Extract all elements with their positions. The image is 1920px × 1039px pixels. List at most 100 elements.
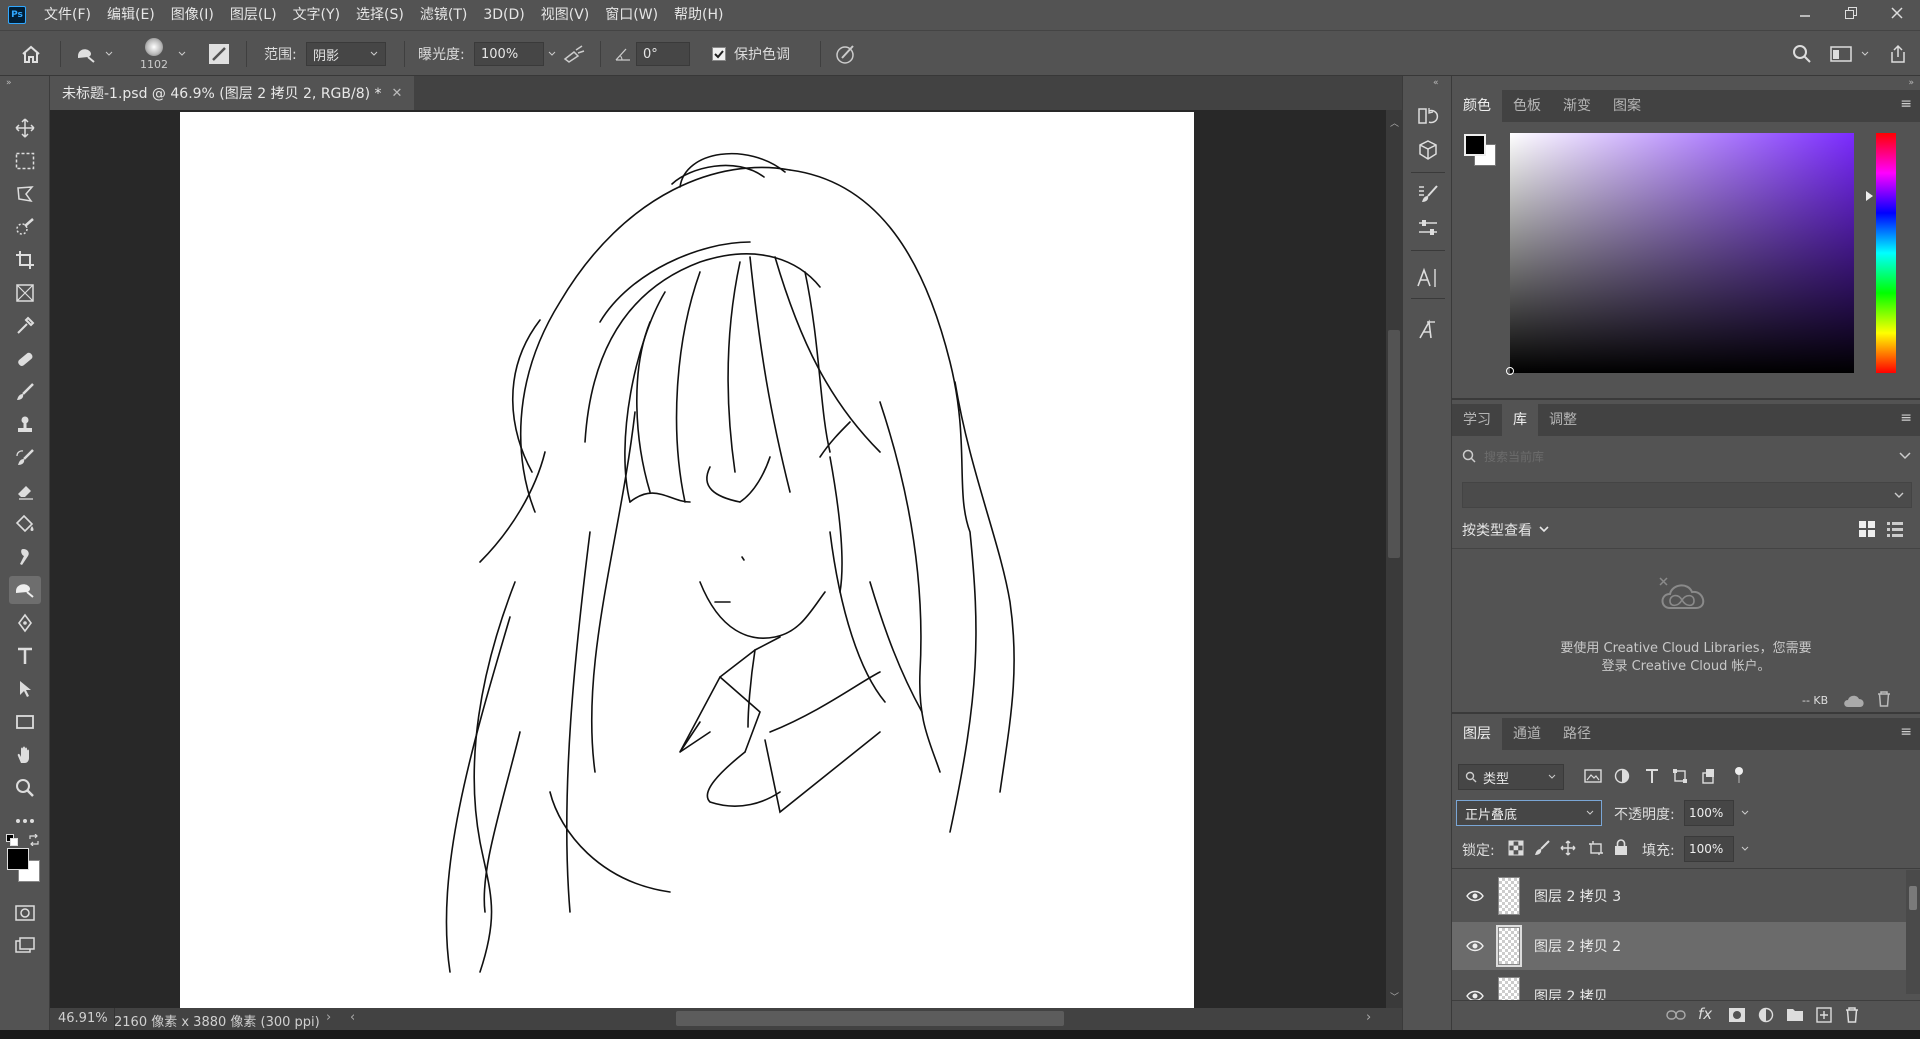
horizontal-scroll-thumb[interactable]: [676, 1011, 1064, 1026]
foreground-color-swatch[interactable]: [7, 848, 29, 870]
filter-smart-objects-button[interactable]: [1700, 768, 1716, 784]
scroll-up-icon[interactable]: ︿: [1390, 116, 1399, 129]
menu-filter[interactable]: 滤镜(T): [412, 0, 475, 30]
scroll-right-icon[interactable]: ›: [1366, 1010, 1371, 1025]
range-select[interactable]: 阴影: [306, 42, 386, 66]
list-view-button[interactable]: [1886, 520, 1904, 538]
new-layer-button[interactable]: [1816, 1007, 1832, 1023]
vertical-scroll-thumb[interactable]: [1388, 330, 1400, 558]
zoom-tool[interactable]: [9, 774, 41, 802]
delete-layer-button[interactable]: [1844, 1006, 1860, 1024]
minimize-button[interactable]: [1782, 0, 1828, 26]
brush-tool[interactable]: [9, 378, 41, 406]
color-panel-menu-icon[interactable]: ≡: [1900, 96, 1912, 112]
filter-pixel-layers-button[interactable]: [1584, 768, 1602, 784]
home-button[interactable]: [20, 31, 42, 77]
lock-artboard-button[interactable]: [1588, 840, 1604, 856]
document-tab[interactable]: 未标题-1.psd @ 46.9% (图层 2 拷贝 2, RGB/8) * ✕: [50, 76, 415, 110]
lasso-tool[interactable]: [9, 180, 41, 208]
exposure-dropdown[interactable]: [544, 42, 560, 66]
lock-all-button[interactable]: [1614, 839, 1628, 856]
zoom-level[interactable]: 46.91%: [58, 1011, 108, 1026]
restore-button[interactable]: [1828, 0, 1874, 26]
status-menu-arrow-icon[interactable]: ›: [326, 1010, 331, 1025]
cloud-sync-icon[interactable]: [1842, 692, 1866, 710]
menu-help[interactable]: 帮助(H): [666, 0, 731, 30]
menu-3d[interactable]: 3D(D): [475, 0, 532, 30]
library-trash-button[interactable]: [1876, 690, 1892, 708]
grid-view-button[interactable]: [1858, 520, 1876, 538]
tool-preset-picker[interactable]: [74, 31, 114, 77]
close-button[interactable]: [1874, 0, 1920, 26]
layers-scrollbar[interactable]: [1906, 870, 1920, 994]
search-button[interactable]: [1792, 31, 1812, 77]
tab-channels[interactable]: 通道: [1502, 718, 1552, 750]
expand-panels-icon[interactable]: «: [1433, 78, 1439, 88]
menu-window[interactable]: 窗口(W): [597, 0, 666, 30]
swap-colors-button[interactable]: [28, 834, 40, 846]
default-colors-button[interactable]: [6, 834, 18, 846]
type-tool[interactable]: [9, 642, 41, 670]
healing-brush-tool[interactable]: [9, 345, 41, 373]
fx-icon[interactable]: fx: [1698, 1005, 1712, 1023]
menu-edit[interactable]: 编辑(E): [99, 0, 163, 30]
crop-tool[interactable]: [9, 246, 41, 274]
layer-name[interactable]: 图层 2 拷贝: [1534, 986, 1608, 1000]
panel-foreground-swatch[interactable]: [1464, 134, 1486, 156]
fill-slider-button[interactable]: [1736, 836, 1754, 862]
add-mask-button[interactable]: [1728, 1007, 1746, 1023]
tab-swatches[interactable]: 色板: [1502, 90, 1552, 122]
move-tool[interactable]: [9, 114, 41, 142]
menu-image[interactable]: 图像(I): [163, 0, 222, 30]
paint-bucket-tool[interactable]: [9, 510, 41, 538]
quick-mask-button[interactable]: [9, 899, 41, 927]
tab-layers[interactable]: 图层: [1452, 718, 1502, 750]
eraser-tool[interactable]: [9, 477, 41, 505]
visibility-eye-icon[interactable]: [1466, 940, 1484, 952]
angle-input[interactable]: 0°: [636, 42, 690, 66]
tab-patterns[interactable]: 图案: [1602, 90, 1652, 122]
tab-color[interactable]: 颜色: [1452, 90, 1502, 122]
workspace-button[interactable]: [1830, 31, 1870, 77]
tab-adjustments[interactable]: 调整: [1538, 404, 1588, 436]
menu-file[interactable]: 文件(F): [36, 0, 99, 30]
airbrush-toggle[interactable]: [562, 31, 586, 77]
layers-scroll-thumb[interactable]: [1909, 886, 1917, 910]
history-panel-button[interactable]: [1412, 100, 1444, 132]
blur-tool[interactable]: [9, 543, 41, 571]
libraries-panel-menu-icon[interactable]: ≡: [1900, 410, 1912, 426]
layer-name[interactable]: 图层 2 拷贝 3: [1534, 886, 1621, 906]
collapse-right-panels-icon[interactable]: »: [1908, 78, 1914, 88]
document-canvas[interactable]: [180, 112, 1194, 1008]
filter-type-layers-button[interactable]: [1644, 768, 1660, 784]
quick-selection-tool[interactable]: [9, 213, 41, 241]
marquee-tool[interactable]: [9, 147, 41, 175]
3d-panel-button[interactable]: [1412, 134, 1444, 166]
menu-view[interactable]: 视图(V): [533, 0, 598, 30]
exposure-input[interactable]: 100%: [474, 42, 544, 66]
brush-settings-button[interactable]: [208, 31, 230, 77]
hue-slider[interactable]: [1876, 133, 1896, 373]
filter-shape-layers-button[interactable]: [1672, 768, 1688, 784]
lock-image-pixels-button[interactable]: [1534, 840, 1550, 856]
layers-panel-menu-icon[interactable]: ≡: [1900, 724, 1912, 740]
link-layers-button[interactable]: [1666, 1009, 1686, 1021]
tab-libraries[interactable]: 库: [1502, 404, 1538, 436]
tab-gradients[interactable]: 渐变: [1552, 90, 1602, 122]
layer-row[interactable]: 图层 2 拷贝: [1452, 972, 1906, 1000]
pressure-size-toggle[interactable]: [834, 31, 858, 77]
library-select[interactable]: [1462, 482, 1912, 508]
edit-toolbar-button[interactable]: [9, 807, 41, 835]
tab-paths[interactable]: 路径: [1552, 718, 1602, 750]
hand-tool[interactable]: [9, 741, 41, 769]
menu-layer[interactable]: 图层(L): [222, 0, 285, 30]
character-panel-button[interactable]: [1412, 262, 1444, 294]
filter-adjustment-layers-button[interactable]: [1614, 768, 1630, 784]
hue-slider-marker[interactable]: [1866, 191, 1873, 201]
opacity-slider-button[interactable]: [1736, 800, 1754, 826]
brush-settings-panel-button[interactable]: [1412, 178, 1444, 210]
eyedropper-tool[interactable]: [9, 312, 41, 340]
filter-toggle-button[interactable]: [1734, 766, 1744, 784]
path-selection-tool[interactable]: [9, 675, 41, 703]
new-group-button[interactable]: [1786, 1007, 1804, 1022]
